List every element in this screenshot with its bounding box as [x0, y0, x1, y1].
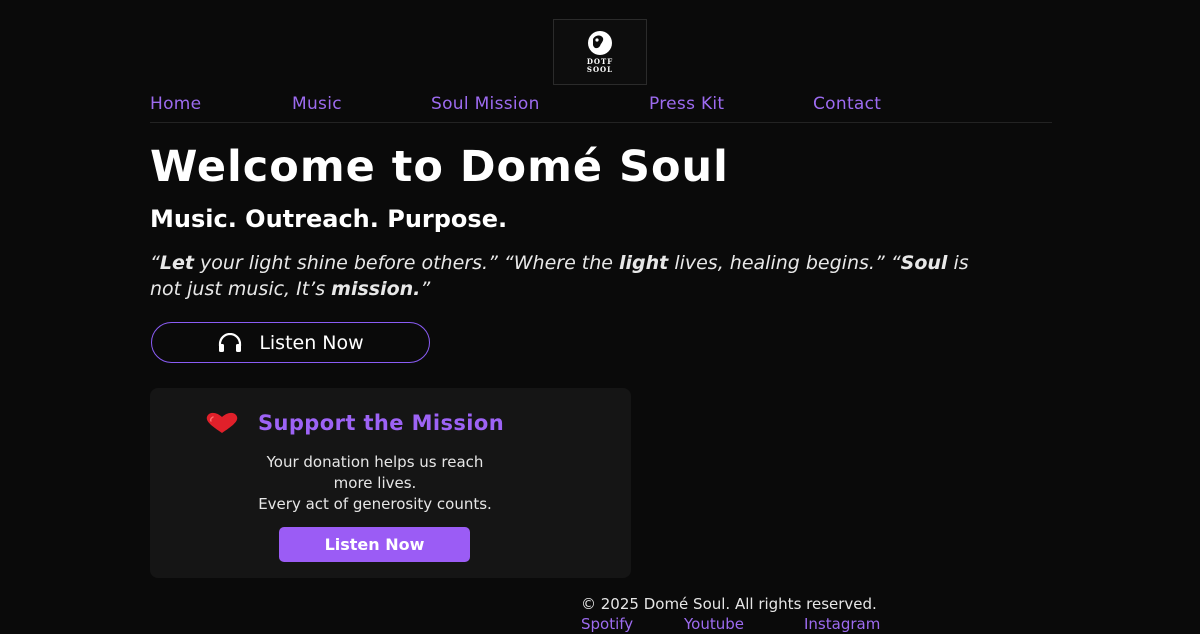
nav-item-soul-mission[interactable]: Soul Mission	[431, 93, 540, 115]
listen-now-label: Listen Now	[259, 331, 364, 354]
hero-quotes: “Let your light shine before others.” “W…	[150, 250, 970, 302]
support-card: Support the Mission Your donation helps …	[150, 388, 631, 578]
nav-item-home[interactable]: Home	[150, 93, 201, 115]
nav-item-music[interactable]: Music	[292, 93, 342, 115]
logo-emblem-icon	[588, 31, 612, 55]
listen-now-button[interactable]: Listen Now	[151, 322, 430, 363]
support-listen-now-button[interactable]: Listen Now	[279, 527, 470, 562]
footer-link-instagram[interactable]: Instagram	[804, 614, 880, 634]
nav-item-contact[interactable]: Contact	[813, 93, 881, 115]
support-line: Your donation helps us reach	[266, 453, 484, 471]
footer-copyright: © 2025 Domé Soul. All rights reserved.	[581, 595, 877, 613]
support-header: Support the Mission	[204, 411, 504, 435]
footer-link-spotify[interactable]: Spotify	[581, 614, 633, 634]
main-nav: Home Music Soul Mission Press Kit Contac…	[150, 93, 1052, 123]
quote-emphasis: Soul	[900, 252, 948, 274]
support-line: Every act of generosity counts.	[258, 495, 492, 513]
footer-link-youtube[interactable]: Youtube	[684, 614, 744, 634]
support-line: more lives.	[333, 474, 417, 492]
quote-emphasis: Let	[159, 252, 194, 274]
support-title: Support the Mission	[258, 411, 505, 435]
heart-icon	[206, 412, 238, 433]
quote-emphasis: mission.	[331, 278, 421, 300]
quote-text: ”	[420, 278, 431, 300]
page-title: Welcome to Domé Soul	[150, 142, 729, 192]
quote-text: “	[150, 252, 160, 274]
site-logo[interactable]: DOTF SOOL	[553, 19, 647, 85]
logo-text-line2: SOOL	[586, 65, 614, 74]
hero-subtitle: Music. Outreach. Purpose.	[150, 205, 508, 233]
quote-text: your light shine before others.” “Where …	[193, 252, 620, 274]
quote-emphasis: light	[619, 252, 669, 274]
nav-item-press-kit[interactable]: Press Kit	[649, 93, 724, 115]
quote-text: lives, healing begins.” “	[668, 252, 901, 274]
support-description: Your donation helps us reach more lives.…	[150, 452, 600, 515]
headphones-icon	[219, 332, 242, 352]
